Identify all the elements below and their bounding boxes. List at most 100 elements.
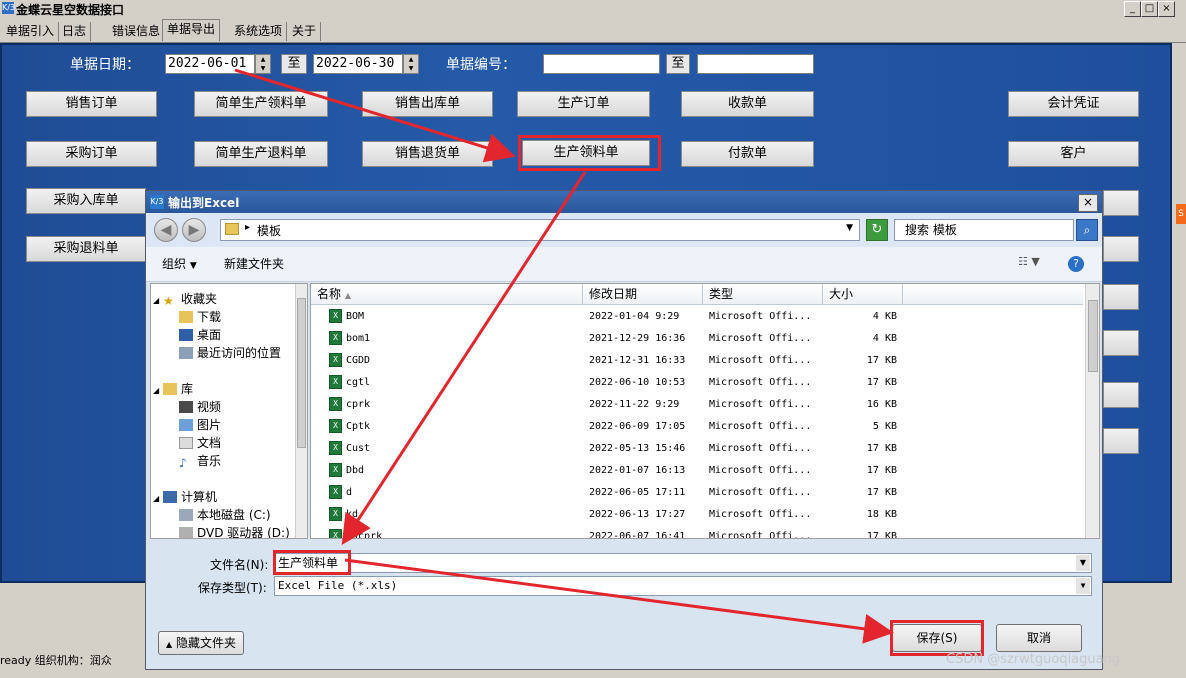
purchase-return-button[interactable]: 采购退料单 bbox=[26, 236, 146, 262]
dialog-close-button[interactable]: × bbox=[1078, 194, 1098, 212]
organize-menu[interactable]: 组织 ▼ bbox=[162, 255, 197, 272]
file-date: 2022-06-07 16:41 bbox=[589, 531, 686, 539]
search-icon[interactable]: ⌕ bbox=[1076, 219, 1098, 241]
hidden-button[interactable] bbox=[1103, 428, 1139, 454]
refresh-icon[interactable]: ↻ bbox=[866, 219, 888, 241]
tab-about[interactable]: 关于 bbox=[288, 22, 322, 41]
tab-log[interactable]: 日志 bbox=[58, 22, 92, 41]
nav-downloads[interactable]: 下载 bbox=[179, 308, 221, 326]
purchase-order-button[interactable]: 采购订单 bbox=[26, 141, 157, 167]
file-name: Xidcprk bbox=[329, 526, 382, 538]
date-to-input[interactable]: 2022-06-30 bbox=[313, 54, 403, 74]
file-row[interactable]: Xd 2022-06-05 17:11 Microsoft Offi... 17 KB bbox=[311, 482, 1083, 504]
nav-music[interactable]: ♪ 音乐 bbox=[179, 452, 221, 470]
excel-file-icon: X bbox=[329, 507, 342, 521]
nav-dvd[interactable]: DVD 驱动器 (D:) bbox=[179, 524, 290, 538]
view-options-icon[interactable]: ☷ ▼ bbox=[1018, 255, 1040, 268]
computer-icon bbox=[162, 491, 177, 503]
tab-export[interactable]: 单据导出 bbox=[162, 19, 221, 41]
date-to-spinner[interactable]: ▲ ▼ bbox=[403, 54, 419, 74]
expand-icon[interactable]: ◢ bbox=[153, 494, 159, 503]
column-size[interactable]: 大小 bbox=[823, 284, 903, 304]
payment-button[interactable]: 付款单 bbox=[681, 141, 814, 167]
spin-up-icon[interactable]: ▲ bbox=[404, 55, 418, 64]
sales-return-button[interactable]: 销售退货单 bbox=[362, 141, 493, 167]
excel-file-icon: X bbox=[329, 485, 342, 499]
file-list: 名称 ▲ 修改日期 类型 大小 X BOM 2022-01-04 9:29 Micro… bbox=[310, 283, 1100, 539]
file-row[interactable]: Xidcprk 2022-06-07 16:41 Microsoft Offi...… bbox=[311, 526, 1083, 539]
address-bar[interactable]: ▸ 模板 ▼ bbox=[220, 219, 860, 241]
watermark: CSDN @szrwtguoqiaguang bbox=[946, 652, 1121, 667]
file-row[interactable]: Xkd 2022-06-13 17:27 Microsoft Offi... 18 K… bbox=[311, 504, 1083, 526]
nav-desktop[interactable]: 桌面 bbox=[179, 326, 221, 344]
file-row[interactable]: X Cust 2022-05-13 15:46 Microsoft Offi... 17… bbox=[311, 438, 1083, 460]
file-row[interactable]: Xcprk 2022-11-22 9:29 Microsoft Offi... 16 … bbox=[311, 394, 1083, 416]
file-type: Microsoft Offi... bbox=[709, 465, 812, 476]
hidden-button[interactable] bbox=[1103, 330, 1139, 356]
close-button[interactable]: × bbox=[1158, 1, 1175, 17]
spin-down-icon[interactable]: ▼ bbox=[256, 64, 270, 73]
nav-videos[interactable]: 视频 bbox=[179, 398, 221, 416]
date-from-spinner[interactable]: ▲ ▼ bbox=[255, 54, 271, 74]
hidden-button[interactable] bbox=[1103, 190, 1139, 216]
expand-icon[interactable]: ◢ bbox=[153, 296, 159, 305]
filetype-select[interactable]: Excel File (*.xls) ▼ bbox=[274, 576, 1092, 596]
nav-favorites[interactable]: ◢ ★ 收藏夹 bbox=[153, 290, 217, 308]
breadcrumb-current[interactable]: 模板 bbox=[257, 222, 281, 239]
sales-order-button[interactable]: 销售订单 bbox=[26, 91, 157, 117]
nav-scrollbar[interactable] bbox=[295, 284, 307, 538]
customer-button[interactable]: 客户 bbox=[1008, 141, 1139, 167]
file-row[interactable]: Xcgtl 2022-06-10 10:53 Microsoft Offi... 17… bbox=[311, 372, 1083, 394]
tab-options[interactable]: 系统选项 bbox=[230, 22, 288, 41]
music-icon: ♪ bbox=[179, 456, 187, 470]
minimize-button[interactable]: _ bbox=[1124, 1, 1141, 17]
search-input[interactable]: 搜索 模板 bbox=[894, 219, 1074, 241]
hide-folders-button[interactable]: ▲ 隐藏文件夹 bbox=[158, 631, 244, 655]
receipt-button[interactable]: 收款单 bbox=[681, 91, 814, 117]
file-row[interactable]: X Cptk 2022-06-09 17:05 Microsoft Offi... 5 … bbox=[311, 416, 1083, 438]
chevron-down-icon[interactable]: ▼ bbox=[1076, 578, 1090, 594]
cancel-button[interactable]: 取消 bbox=[996, 624, 1082, 652]
hidden-button[interactable] bbox=[1103, 236, 1139, 262]
new-folder-button[interactable]: 新建文件夹 bbox=[224, 255, 284, 272]
spin-down-icon[interactable]: ▼ bbox=[404, 64, 418, 73]
chevron-down-icon[interactable]: ▼ bbox=[846, 223, 853, 233]
date-from-input[interactable]: 2022-06-01 bbox=[165, 54, 255, 74]
scroll-thumb[interactable] bbox=[1088, 300, 1098, 372]
expand-icon[interactable]: ◢ bbox=[153, 386, 159, 395]
forward-icon[interactable]: ▶ bbox=[182, 218, 206, 242]
purchase-inbound-button[interactable]: 采购入库单 bbox=[26, 188, 146, 214]
maximize-button[interactable]: □ bbox=[1141, 1, 1158, 17]
column-name[interactable]: 名称 ▲ bbox=[311, 284, 583, 304]
file-row[interactable]: Xbom1 2021-12-29 16:36 Microsoft Offi... 4 … bbox=[311, 328, 1083, 350]
nav-recent[interactable]: 最近访问的位置 bbox=[179, 344, 281, 362]
hidden-button[interactable] bbox=[1103, 382, 1139, 408]
file-row[interactable]: X BOM 2022-01-04 9:29 Microsoft Offi... 4 KB bbox=[311, 306, 1083, 328]
nav-local-disk[interactable]: 本地磁盘 (C:) bbox=[179, 506, 271, 524]
file-row[interactable]: X Dbd 2022-01-07 16:13 Microsoft Offi... 17 … bbox=[311, 460, 1083, 482]
nav-pictures[interactable]: 图片 bbox=[179, 416, 221, 434]
nav-documents[interactable]: 文档 bbox=[179, 434, 221, 452]
simple-return-button[interactable]: 简单生产退料单 bbox=[194, 141, 328, 167]
file-row[interactable]: X CGDD 2021-12-31 16:33 Microsoft Offi... 17… bbox=[311, 350, 1083, 372]
file-scrollbar[interactable] bbox=[1085, 284, 1099, 538]
help-icon[interactable]: ? bbox=[1068, 256, 1084, 272]
production-order-button[interactable]: 生产订单 bbox=[517, 91, 650, 117]
simple-issue-button[interactable]: 简单生产领料单 bbox=[194, 91, 328, 117]
back-icon[interactable]: ◀ bbox=[154, 218, 178, 242]
filename-input[interactable]: 生产领料单 ▼ bbox=[274, 553, 1092, 573]
chevron-down-icon[interactable]: ▼ bbox=[1076, 555, 1090, 571]
docno-from-input[interactable] bbox=[543, 54, 660, 74]
nav-computer[interactable]: ◢ 计算机 bbox=[153, 488, 217, 506]
docno-to-input[interactable] bbox=[697, 54, 814, 74]
voucher-button[interactable]: 会计凭证 bbox=[1008, 91, 1139, 117]
column-date[interactable]: 修改日期 bbox=[583, 284, 703, 304]
spin-up-icon[interactable]: ▲ bbox=[256, 55, 270, 64]
hidden-button[interactable] bbox=[1103, 284, 1139, 310]
nav-libraries[interactable]: ◢ 库 bbox=[153, 380, 193, 398]
sales-outbound-button[interactable]: 销售出库单 bbox=[362, 91, 493, 117]
tab-errors[interactable]: 错误信息 bbox=[108, 22, 166, 41]
tab-import[interactable]: 单据引入 bbox=[2, 22, 60, 41]
column-type[interactable]: 类型 bbox=[703, 284, 823, 304]
scroll-thumb[interactable] bbox=[297, 298, 306, 448]
